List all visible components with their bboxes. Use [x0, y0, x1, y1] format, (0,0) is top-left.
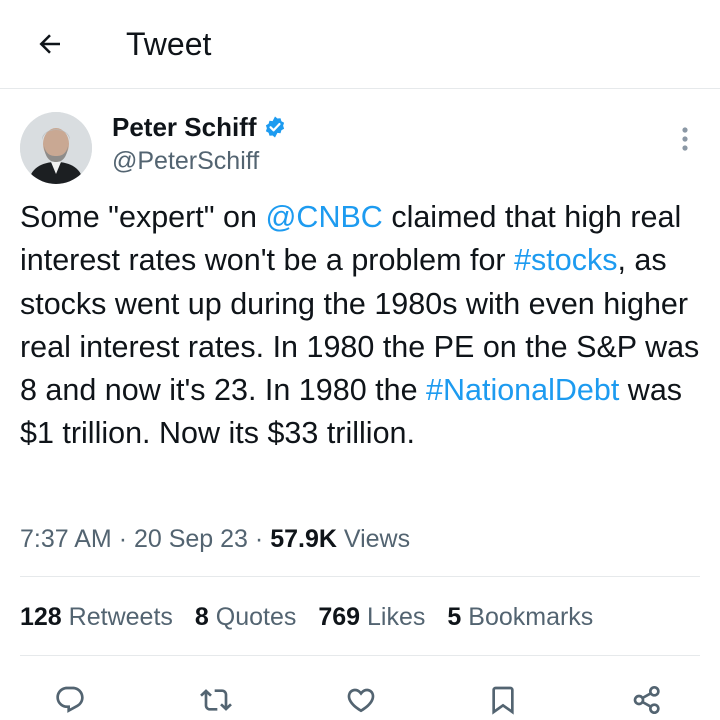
share-icon — [633, 686, 660, 714]
bookmark-icon — [492, 686, 514, 715]
author-name[interactable]: Peter Schiff — [112, 110, 287, 144]
tweet-date[interactable]: 20 Sep 23 — [134, 525, 248, 553]
share-button[interactable] — [627, 680, 667, 720]
tweet-time[interactable]: 7:37 AM — [20, 525, 112, 553]
tweet-text-segment: Some "expert" on — [20, 200, 266, 234]
retweet-button[interactable] — [196, 680, 236, 720]
reply-button[interactable] — [50, 680, 90, 720]
author-name-text: Peter Schiff — [112, 112, 257, 142]
tweet-link[interactable]: #NationalDebt — [426, 373, 619, 407]
tweet-link[interactable]: @CNBC — [265, 200, 382, 234]
meta-separator: · — [118, 525, 128, 553]
bookmarks-stat[interactable]: 5 Bookmarks — [447, 600, 593, 634]
meta-separator: · — [254, 525, 264, 553]
like-button[interactable] — [341, 680, 381, 720]
back-button[interactable] — [30, 24, 70, 64]
arrow-left-icon — [39, 34, 60, 54]
more-vertical-icon — [682, 127, 688, 151]
heart-icon — [347, 688, 375, 713]
tweet-link[interactable]: #stocks — [514, 243, 617, 277]
quotes-count: 8 — [194, 603, 209, 631]
retweets-stat[interactable]: 128 Retweets — [20, 600, 173, 634]
tweet-text: Some "expert" on @CNBC claimed that high… — [20, 196, 704, 456]
retweet-icon — [200, 689, 232, 711]
page-title: Tweet — [126, 26, 212, 62]
action-bar — [0, 672, 720, 720]
views-count: 57.9K — [270, 525, 337, 553]
retweets-label: Retweets — [68, 603, 173, 631]
top-bar: Tweet — [0, 0, 720, 89]
retweets-count: 128 — [20, 603, 62, 631]
quotes-label: Quotes — [215, 603, 297, 631]
views-label: Views — [343, 525, 411, 553]
bookmarks-count: 5 — [447, 603, 462, 631]
engagement-stats: 128 Retweets 8 Quotes 769 Likes 5 Bookma… — [20, 600, 615, 634]
more-options-button[interactable] — [672, 124, 698, 154]
quotes-stat[interactable]: 8 Quotes — [195, 600, 296, 634]
avatar-image — [20, 112, 92, 184]
bookmarks-label: Bookmarks — [468, 603, 594, 631]
bookmark-button[interactable] — [483, 680, 523, 720]
divider — [20, 655, 700, 656]
avatar[interactable] — [20, 112, 92, 184]
likes-count: 769 — [318, 603, 361, 631]
author-handle[interactable]: @PeterSchiff — [112, 145, 259, 177]
likes-label: Likes — [367, 603, 426, 631]
tweet-meta: 7:37 AM · 20 Sep 23 · 57.9K Views — [20, 522, 410, 556]
divider — [20, 576, 700, 577]
reply-icon — [56, 686, 84, 713]
likes-stat[interactable]: 769 Likes — [318, 600, 425, 634]
verified-badge-icon — [263, 115, 287, 139]
